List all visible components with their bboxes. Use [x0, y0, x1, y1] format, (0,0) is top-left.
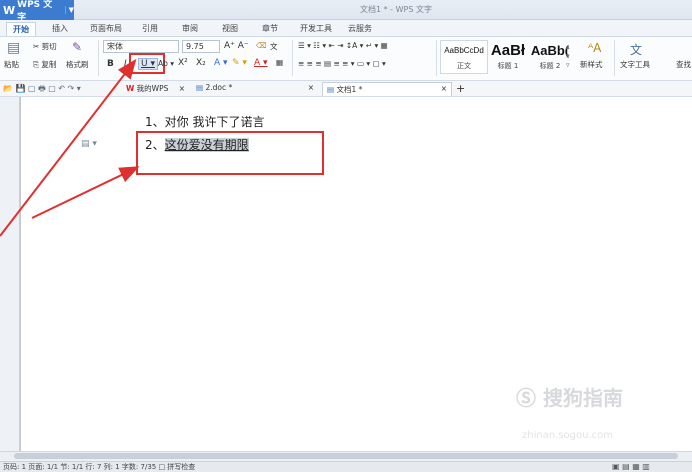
sogou-logo-icon: Ⓢ: [516, 386, 536, 410]
arrow-to-underline: [0, 58, 137, 237]
watermark: Ⓢ 搜狗指南: [516, 382, 623, 411]
watermark-brand: 搜狗指南: [542, 386, 623, 410]
scrollbar-thumb[interactable]: [14, 453, 678, 459]
view-mode-icons[interactable]: ▣ ▤ ▦ ▥: [612, 462, 650, 471]
status-bar: 页码: 1 页面: 1/1 节: 1/1 行: 7 列: 1 字数: 7/35 …: [0, 461, 692, 472]
watermark-url: zhinan.sogou.com: [522, 430, 614, 441]
